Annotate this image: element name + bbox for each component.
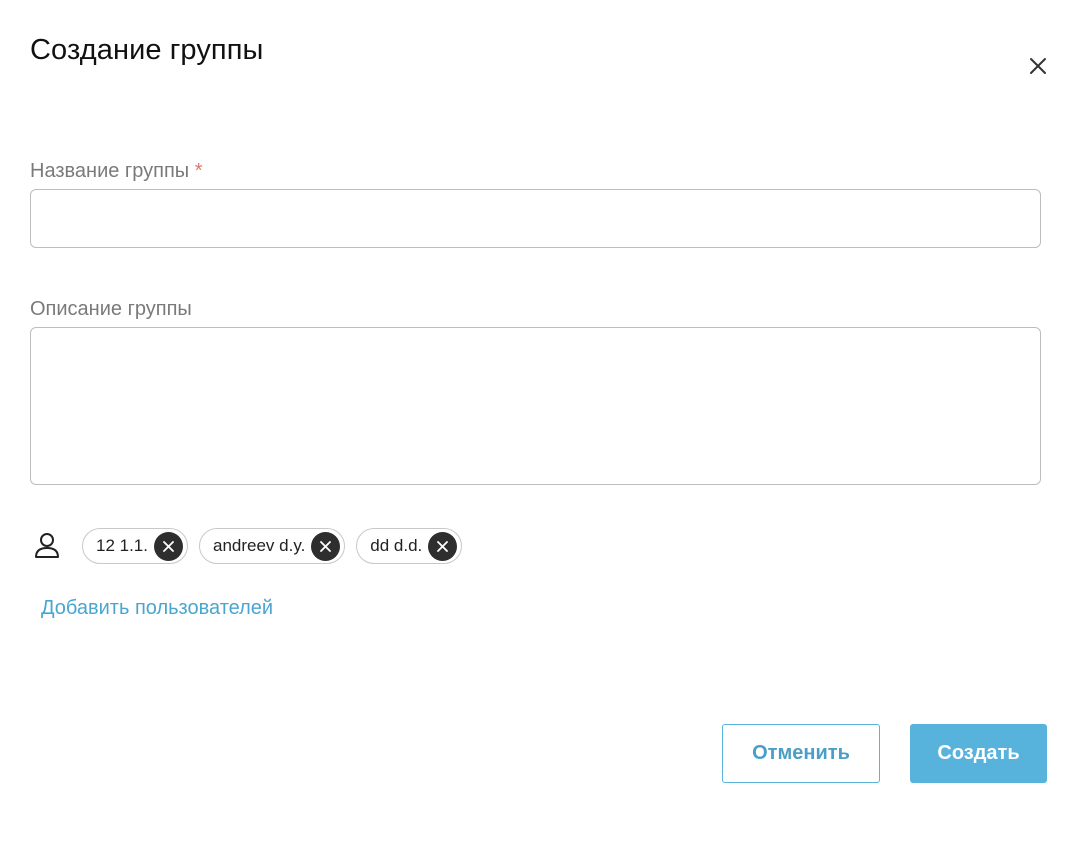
required-mark: * <box>194 160 203 182</box>
close-icon <box>1030 58 1046 74</box>
group-name-label: Название группы * <box>30 160 203 183</box>
remove-icon <box>163 540 174 552</box>
group-name-label-text: Название группы <box>30 160 190 182</box>
cancel-button[interactable]: Отменить <box>722 724 880 783</box>
user-chip: 12 1.1. <box>82 528 188 564</box>
group-description-label: Описание группы <box>30 298 192 320</box>
users-row: 12 1.1. andreev d.y. dd d.d. <box>30 527 473 565</box>
user-chip-label: 12 1.1. <box>96 536 148 555</box>
create-button[interactable]: Создать <box>910 724 1047 783</box>
user-chip: andreev d.y. <box>199 528 346 564</box>
add-users-link[interactable]: Добавить пользователей <box>41 597 273 620</box>
close-button[interactable] <box>1022 50 1054 82</box>
user-icon <box>30 529 64 563</box>
user-chip-label: dd d.d. <box>370 536 423 555</box>
user-chip-label: andreev d.y. <box>213 536 306 555</box>
remove-icon <box>320 540 332 552</box>
group-description-input[interactable] <box>30 327 1041 485</box>
remove-user-button[interactable] <box>311 531 341 561</box>
dialog-title: Создание группы <box>30 34 264 66</box>
group-name-input[interactable] <box>30 189 1041 248</box>
user-chip: dd d.d. <box>356 528 463 564</box>
remove-user-button[interactable] <box>154 531 183 561</box>
remove-user-button[interactable] <box>428 531 458 561</box>
create-group-dialog: Создание группы Название группы * Описан… <box>0 0 1073 855</box>
remove-icon <box>437 540 449 552</box>
